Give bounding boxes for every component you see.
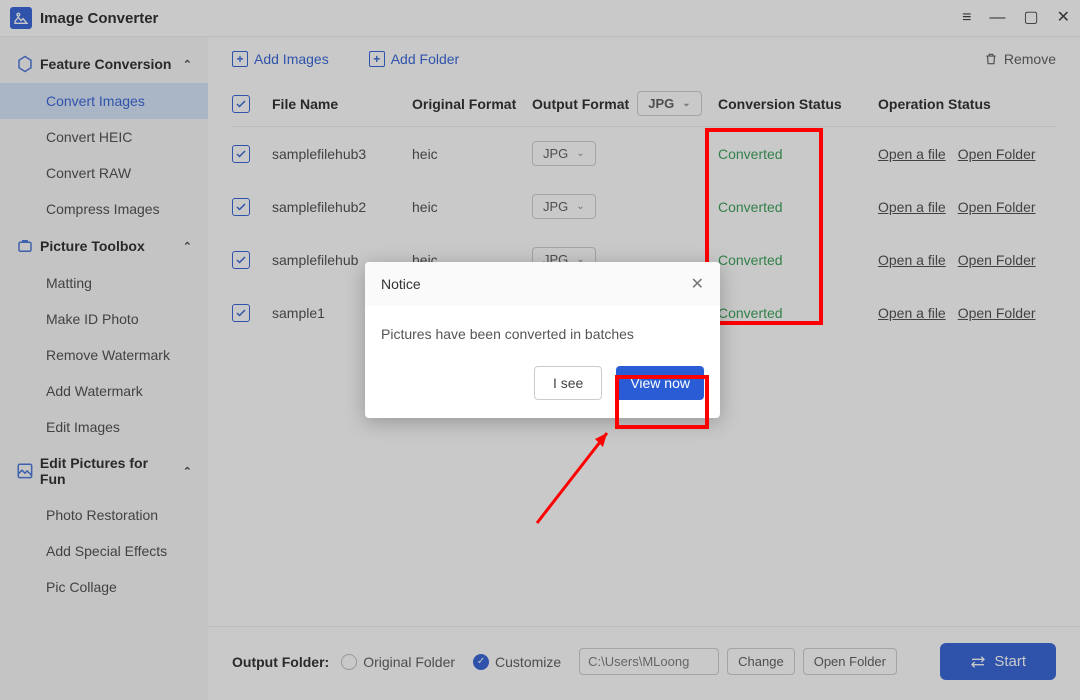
dialog-title: Notice — [381, 276, 421, 292]
dialog-message: Pictures have been converted in batches — [365, 306, 720, 366]
view-now-button[interactable]: View now — [616, 366, 704, 400]
i-see-button[interactable]: I see — [534, 366, 602, 400]
notice-dialog: Notice ✕ Pictures have been converted in… — [365, 262, 720, 418]
dialog-close-button[interactable]: ✕ — [691, 274, 704, 294]
